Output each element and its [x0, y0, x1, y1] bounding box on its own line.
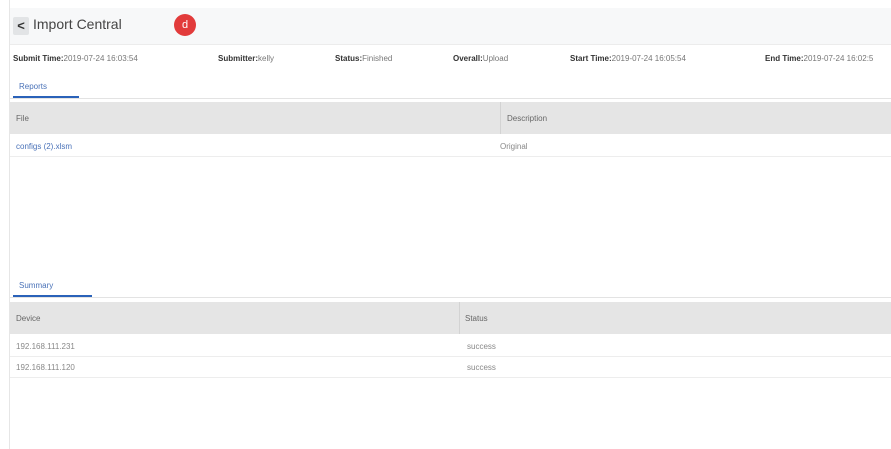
- end-time-field: End Time:2019-07-24 16:02:5: [765, 54, 873, 63]
- column-separator: [500, 102, 501, 134]
- device-cell: 192.168.111.120: [16, 362, 75, 372]
- overall-label: Overall:: [453, 54, 483, 63]
- status-value: Finished: [362, 54, 393, 63]
- left-border: [9, 0, 10, 449]
- tab-divider: [10, 297, 891, 298]
- device-cell: 192.168.111.231: [16, 341, 75, 351]
- column-separator: [459, 302, 460, 334]
- reports-table-header: File Description: [10, 102, 891, 134]
- column-header-status[interactable]: Status: [465, 302, 488, 334]
- job-info-row: Submit Time:2019-07-24 16:03:54 Submitte…: [13, 52, 891, 68]
- status-cell: success: [467, 362, 496, 372]
- tab-summary[interactable]: Summary: [19, 281, 53, 290]
- tab-divider: [10, 98, 891, 99]
- submit-time-field: Submit Time:2019-07-24 16:03:54: [13, 54, 138, 63]
- end-time-label: End Time:: [765, 54, 804, 63]
- start-time-label: Start Time:: [570, 54, 612, 63]
- end-time-value: 2019-07-24 16:02:5: [803, 54, 874, 63]
- summary-table-header: Device Status: [10, 302, 891, 334]
- submitter-field: Submitter:kelly: [218, 54, 274, 63]
- page-title: Import Central: [33, 16, 122, 32]
- start-time-value: 2019-07-24 16:05:54: [611, 54, 686, 63]
- submit-time-label: Submit Time:: [13, 54, 64, 63]
- submitter-label: Submitter:: [218, 54, 258, 63]
- start-time-field: Start Time:2019-07-24 16:05:54: [570, 54, 686, 63]
- column-header-file[interactable]: File: [16, 102, 29, 134]
- status-label: Status:: [335, 54, 363, 63]
- description-cell: Original: [500, 141, 528, 151]
- overall-field: Overall:Upload: [453, 54, 508, 63]
- overall-value: Upload: [482, 54, 509, 63]
- file-link[interactable]: configs (2).xlsm: [16, 136, 72, 156]
- table-row: 192.168.111.120 success: [10, 357, 891, 378]
- status-field: Status:Finished: [335, 54, 392, 63]
- submit-time-value: 2019-07-24 16:03:54: [63, 54, 138, 63]
- submitter-value: kelly: [258, 54, 275, 63]
- column-header-description[interactable]: Description: [507, 102, 547, 134]
- table-row: 192.168.111.231 success: [10, 336, 891, 357]
- header-bar: < Import Central d: [10, 8, 891, 45]
- page: < Import Central d Submit Time:2019-07-2…: [0, 0, 891, 449]
- tab-reports[interactable]: Reports: [19, 82, 47, 91]
- status-cell: success: [467, 341, 496, 351]
- table-row: configs (2).xlsm Original: [10, 136, 891, 157]
- back-button[interactable]: <: [13, 17, 29, 35]
- column-header-device[interactable]: Device: [16, 302, 40, 334]
- chevron-left-icon: <: [17, 18, 25, 33]
- user-badge[interactable]: d: [174, 14, 196, 36]
